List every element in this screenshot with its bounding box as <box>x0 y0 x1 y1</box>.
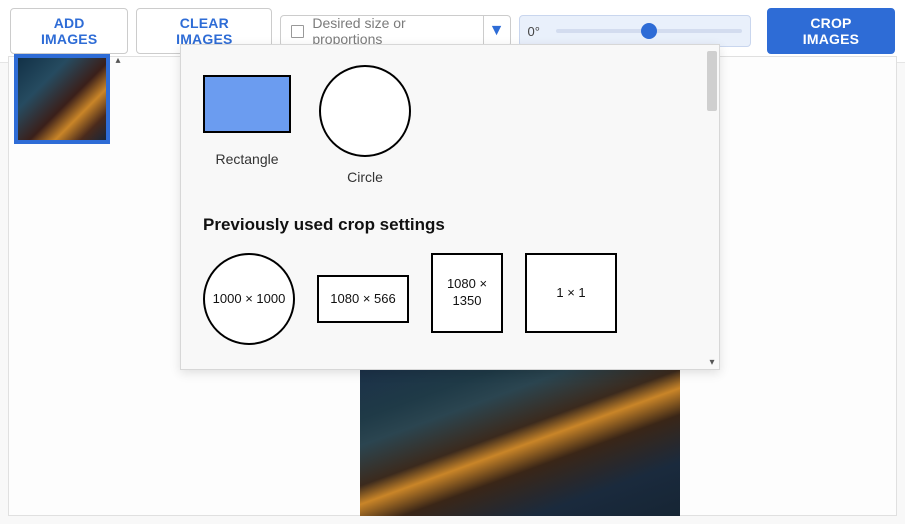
shape-rectangle-option[interactable]: Rectangle <box>203 65 291 185</box>
preset-1080x566[interactable]: 1080 × 566 <box>317 275 409 323</box>
chevron-down-icon: ▼ <box>489 22 505 40</box>
slider-track[interactable] <box>556 29 742 33</box>
thumbnail-strip <box>14 54 118 144</box>
shape-row: Rectangle Circle <box>203 65 697 185</box>
circle-icon <box>319 65 411 157</box>
size-proportions-dropdown[interactable]: Desired size or proportions ▼ <box>280 15 510 47</box>
slider-thumb[interactable] <box>641 23 657 39</box>
crop-images-button[interactable]: CROP IMAGES <box>767 8 895 54</box>
rectangle-icon <box>203 75 291 133</box>
panel-scrollbar[interactable] <box>707 51 717 111</box>
panel-heading: Previously used crop settings <box>203 215 697 235</box>
preset-1x1[interactable]: 1 × 1 <box>525 253 617 333</box>
dropdown-caret-button[interactable]: ▼ <box>483 16 510 46</box>
preset-row: 1000 × 1000 1080 × 566 1080 × 1350 1 × 1 <box>203 253 697 327</box>
shape-circle-label: Circle <box>319 169 411 185</box>
shape-circle-option[interactable]: Circle <box>319 65 411 185</box>
main-preview-image[interactable] <box>360 366 680 516</box>
preset-1080x1350[interactable]: 1080 × 1350 <box>431 253 503 333</box>
thumbnail-selected[interactable] <box>14 54 110 144</box>
rotation-value: 0° <box>528 24 548 39</box>
rotation-slider[interactable]: 0° <box>519 15 751 47</box>
dropdown-placeholder: Desired size or proportions <box>312 15 472 47</box>
lock-proportions-checkbox[interactable] <box>291 25 304 38</box>
preset-1000x1000[interactable]: 1000 × 1000 <box>203 253 295 345</box>
add-images-button[interactable]: ADD IMAGES <box>10 8 128 54</box>
panel-scroll-down-icon[interactable]: ▾ <box>707 357 717 367</box>
crop-dropdown-panel: ▾ Rectangle Circle Previously used crop … <box>180 44 720 370</box>
dropdown-left: Desired size or proportions <box>281 16 482 46</box>
shape-rectangle-label: Rectangle <box>203 151 291 167</box>
